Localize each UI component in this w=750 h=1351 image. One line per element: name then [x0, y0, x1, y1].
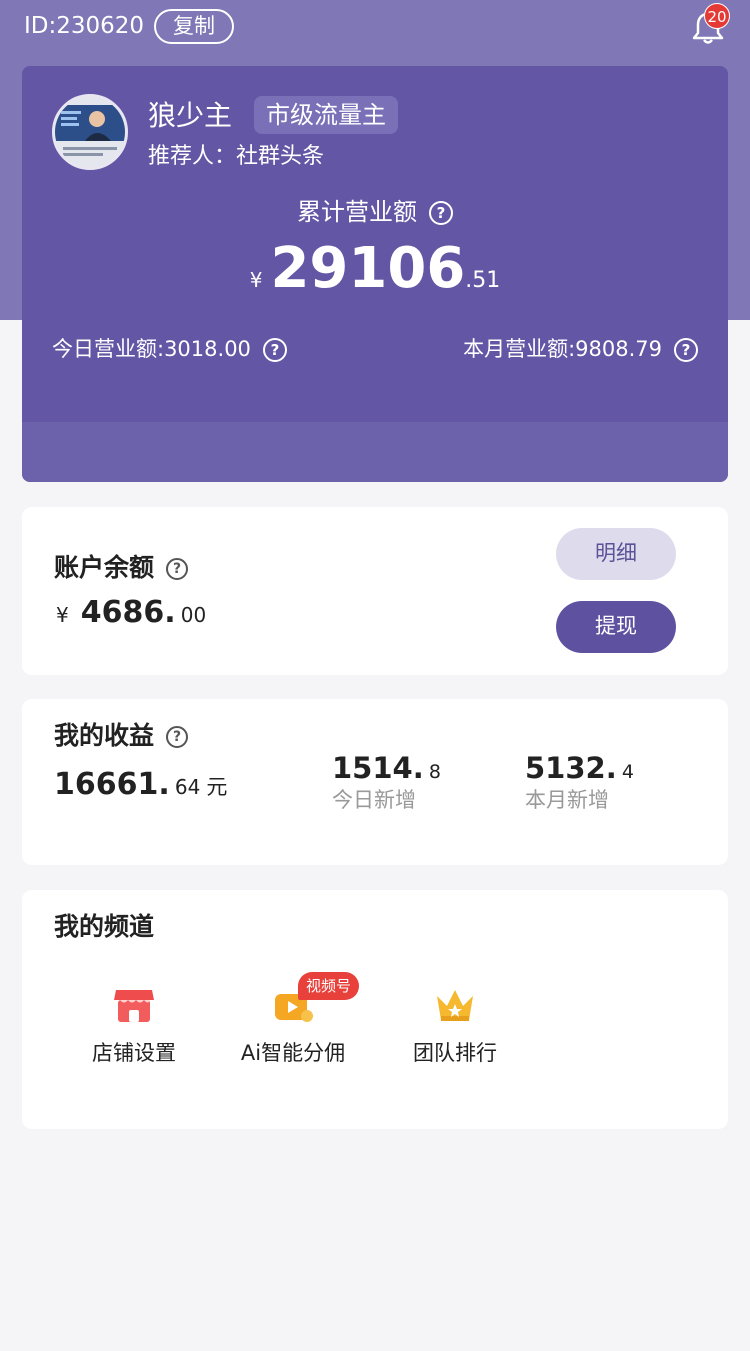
- month-increase-integer: 5132.: [525, 751, 617, 785]
- today-increase-integer: 1514.: [332, 751, 424, 785]
- withdraw-button[interactable]: 提现: [556, 601, 676, 653]
- total-revenue-label-text: 累计营业额: [297, 198, 417, 226]
- notification-badge: 20: [704, 3, 730, 29]
- total-revenue-amount: ¥29106.51: [22, 234, 728, 304]
- today-increase: 1514. 8 今日新增: [332, 751, 441, 815]
- month-increase-label: 本月新增: [525, 788, 609, 812]
- user-id: ID:230620: [24, 13, 145, 39]
- channel-label: 团队排行: [413, 1041, 497, 1065]
- today-revenue: 今日营业额:3018.00?: [52, 334, 287, 364]
- copy-button[interactable]: 复制: [154, 9, 234, 44]
- channel-team-ranking[interactable]: 团队排行: [405, 986, 505, 1068]
- currency-symbol: ¥: [249, 268, 263, 292]
- total-revenue-integer: 29106: [270, 236, 466, 301]
- channel-label: Ai智能分佣: [240, 1041, 346, 1065]
- help-icon[interactable]: ?: [429, 201, 453, 225]
- balance-title-text: 账户余额: [54, 553, 155, 582]
- balance-decimal: 00: [180, 603, 207, 627]
- channel-title: 我的频道: [54, 912, 155, 941]
- total-revenue-decimal: .51: [465, 268, 501, 293]
- income-total-integer: 16661.: [54, 767, 170, 802]
- profile-card: 狼少主 市级流量主 推荐人：社群头条 累计营业额? ¥29106.51 今日营业…: [22, 66, 728, 482]
- today-increase-label: 今日新增: [332, 788, 416, 812]
- channel-label: 店铺设置: [92, 1041, 176, 1065]
- user-name: 狼少主: [148, 99, 233, 132]
- channel-store-settings[interactable]: 店铺设置: [84, 986, 184, 1068]
- month-increase: 5132. 4 本月新增: [525, 751, 634, 815]
- store-icon: [112, 986, 156, 1026]
- income-card: 我的收益? 16661. 64 元 1514. 8 今日新增 5132. 4 本月…: [22, 699, 728, 865]
- month-revenue-text: 本月营业额:9808.79: [463, 337, 662, 361]
- currency-symbol: ¥: [56, 603, 69, 627]
- help-icon[interactable]: ?: [262, 338, 287, 362]
- total-revenue-label: 累计营业额?: [22, 196, 728, 228]
- month-revenue: 本月营业额:9808.79?: [463, 334, 698, 364]
- card-decor-band: [22, 422, 728, 482]
- detail-button[interactable]: 明细: [556, 528, 676, 580]
- income-unit: 元: [206, 775, 228, 799]
- help-icon[interactable]: ?: [166, 726, 189, 748]
- month-increase-decimal: 4: [621, 761, 634, 783]
- channel-card: 我的频道 店铺设置 Ai智能分佣 团队排行 视频号: [22, 890, 728, 1129]
- crown-icon: [433, 986, 477, 1026]
- income-total-decimal: 64: [174, 775, 201, 799]
- level-badge: 市级流量主: [254, 96, 398, 134]
- balance-amount: ¥4686. 00: [56, 595, 206, 630]
- balance-card: 账户余额? ¥4686. 00 明细 提现: [22, 507, 728, 675]
- balance-integer: 4686.: [80, 595, 176, 630]
- help-icon[interactable]: ?: [166, 558, 189, 580]
- income-title-text: 我的收益: [54, 721, 155, 750]
- income-title: 我的收益?: [54, 719, 189, 753]
- video-channel-badge: 视频号: [298, 972, 360, 1000]
- top-bar: ID:230620 复制 20: [0, 0, 750, 56]
- today-revenue-text: 今日营业额:3018.00: [52, 337, 251, 361]
- help-icon[interactable]: ?: [674, 338, 698, 362]
- referrer-text: 推荐人：社群头条: [148, 144, 325, 169]
- income-total: 16661. 64 元: [54, 767, 227, 802]
- avatar[interactable]: [52, 94, 128, 170]
- today-increase-decimal: 8: [428, 761, 441, 783]
- balance-title: 账户余额?: [54, 551, 189, 585]
